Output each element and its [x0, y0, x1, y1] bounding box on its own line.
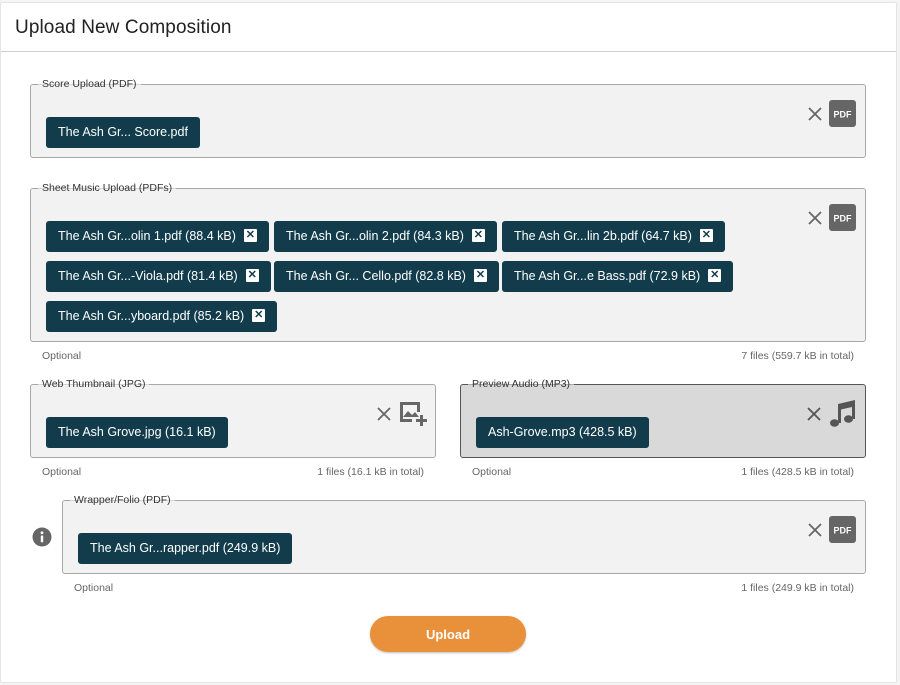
thumbnail-file-name: The Ash Grove.jpg (16.1 kB) [58, 425, 216, 439]
sheet-music-summary: 7 files (559.7 kB in total) [741, 350, 854, 362]
thumbnail-file-chip[interactable]: The Ash Grove.jpg (16.1 kB) [46, 417, 228, 448]
wrapper-optional-note: Optional [74, 582, 114, 594]
preview-audio-dropzone[interactable]: Preview Audio (MP3) Ash-Grove.mp3 (428.5… [460, 378, 866, 458]
info-icon[interactable] [32, 527, 52, 547]
clear-score-icon[interactable] [808, 107, 822, 121]
thumbnail-summary: 1 files (16.1 kB in total) [317, 466, 424, 478]
card-header: Upload New Composition [1, 3, 896, 52]
sheet-music-label: Sheet Music Upload (PDFs) [38, 182, 177, 195]
pdf-icon: PDF [829, 100, 856, 127]
thumbnail-optional-note: Optional [42, 466, 82, 478]
remove-file-icon[interactable]: ✕ [708, 269, 722, 283]
score-upload-label: Score Upload (PDF) [38, 78, 141, 91]
wrapper-folio-label: Wrapper/Folio (PDF) [70, 494, 175, 507]
svg-text:PDF: PDF [834, 214, 853, 224]
page-title: Upload New Composition [15, 17, 232, 38]
pdf-icon: PDF [829, 516, 856, 543]
wrapper-file-chip[interactable]: The Ash Gr...rapper.pdf (249.9 kB) [78, 533, 293, 564]
clear-thumbnail-icon[interactable] [377, 407, 391, 421]
web-thumbnail-dropzone[interactable]: Web Thumbnail (JPG) The Ash Grove.jpg (1… [30, 378, 436, 458]
sheet-music-optional-note: Optional [42, 350, 82, 362]
sheet-file-chip[interactable]: The Ash Gr...yboard.pdf (85.2 kB) ✕ [46, 301, 278, 332]
sheet-file-name: The Ash Gr...yboard.pdf (85.2 kB) [58, 309, 245, 323]
sheet-file-name: The Ash Gr...olin 1.pdf (88.4 kB) [58, 229, 236, 243]
sheet-file-name: The Ash Gr...-Viola.pdf (81.4 kB) [58, 269, 238, 283]
sheet-file-name: The Ash Gr...lin 2b.pdf (64.7 kB) [514, 229, 692, 243]
clear-audio-icon[interactable] [807, 407, 821, 421]
wrapper-folio-dropzone[interactable]: Wrapper/Folio (PDF) The Ash Gr...rapper.… [62, 494, 866, 574]
remove-file-icon[interactable]: ✕ [699, 229, 713, 243]
remove-file-icon[interactable]: ✕ [245, 269, 259, 283]
remove-file-icon[interactable]: ✕ [471, 229, 485, 243]
audio-summary: 1 files (428.5 kB in total) [741, 466, 854, 478]
sheet-file-chip[interactable]: The Ash Gr...lin 2b.pdf (64.7 kB) ✕ [502, 221, 725, 252]
score-file-name: The Ash Gr... Score.pdf [58, 125, 188, 139]
sheet-file-chip[interactable]: The Ash Gr... Cello.pdf (82.8 kB) ✕ [274, 261, 499, 292]
sheet-music-dropzone[interactable]: Sheet Music Upload (PDFs) The Ash Gr...o… [30, 182, 866, 342]
clear-sheet-music-icon[interactable] [808, 211, 822, 225]
score-file-chip[interactable]: The Ash Gr... Score.pdf [46, 117, 200, 148]
sheet-file-chip[interactable]: The Ash Gr...-Viola.pdf (81.4 kB) ✕ [46, 261, 271, 292]
add-image-icon [400, 402, 427, 426]
sheet-file-chip[interactable]: The Ash Gr...olin 1.pdf (88.4 kB) ✕ [46, 221, 269, 252]
audio-optional-note: Optional [472, 466, 512, 478]
sheet-file-chip[interactable]: The Ash Gr...olin 2.pdf (84.3 kB) ✕ [274, 221, 497, 252]
wrapper-file-name: The Ash Gr...rapper.pdf (249.9 kB) [90, 541, 281, 555]
sheet-file-name: The Ash Gr...olin 2.pdf (84.3 kB) [286, 229, 464, 243]
svg-text:PDF: PDF [834, 526, 853, 536]
clear-wrapper-icon[interactable] [808, 523, 822, 537]
pdf-icon: PDF [829, 204, 856, 231]
web-thumbnail-label: Web Thumbnail (JPG) [38, 378, 150, 391]
audio-file-name: Ash-Grove.mp3 (428.5 kB) [488, 425, 637, 439]
svg-text:PDF: PDF [834, 110, 853, 120]
score-upload-dropzone[interactable]: Score Upload (PDF) The Ash Gr... Score.p… [30, 78, 866, 158]
preview-audio-label: Preview Audio (MP3) [468, 378, 575, 391]
wrapper-summary: 1 files (249.9 kB in total) [741, 582, 854, 594]
remove-file-icon[interactable]: ✕ [473, 269, 487, 283]
remove-file-icon[interactable]: ✕ [243, 229, 257, 243]
remove-file-icon[interactable]: ✕ [252, 309, 266, 323]
sheet-file-name: The Ash Gr...e Bass.pdf (72.9 kB) [514, 269, 701, 283]
audio-file-chip[interactable]: Ash-Grove.mp3 (428.5 kB) [476, 417, 649, 448]
upload-button[interactable]: Upload [370, 616, 526, 652]
sheet-file-chip[interactable]: The Ash Gr...e Bass.pdf (72.9 kB) ✕ [502, 261, 734, 292]
sheet-file-name: The Ash Gr... Cello.pdf (82.8 kB) [286, 269, 466, 283]
music-note-icon [830, 400, 855, 427]
